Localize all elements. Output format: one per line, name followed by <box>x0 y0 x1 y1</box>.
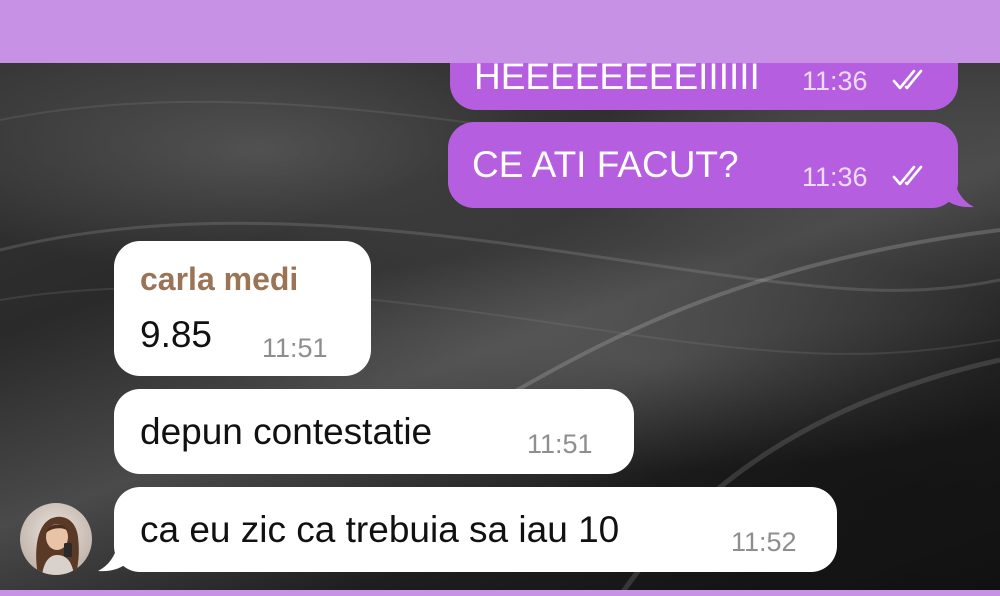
message-text: 9.85 <box>140 314 213 355</box>
chat-header <box>0 0 1000 63</box>
message-time: 11:36 <box>802 162 868 192</box>
double-check-icon <box>892 69 923 90</box>
avatar[interactable] <box>20 503 92 575</box>
message-text: CE ATI FACUT? <box>472 144 739 185</box>
input-bar-edge <box>0 590 1000 596</box>
sender-name[interactable]: carla medi <box>140 263 298 295</box>
double-check-icon <box>892 165 923 186</box>
message-time: 11:51 <box>527 429 593 459</box>
message-bubble-incoming[interactable]: ca eu zic ca trebuia sa iau 10 11:52 <box>114 487 837 572</box>
message-bubble-incoming[interactable]: depun contestatie 11:51 <box>114 389 634 474</box>
message-text: depun contestatie <box>140 411 433 452</box>
message-bubble-outgoing[interactable]: CE ATI FACUT? 11:36 <box>448 122 958 208</box>
message-bubble-incoming[interactable]: carla medi 9.85 11:51 <box>114 241 371 376</box>
message-text: ca eu zic ca trebuia sa iau 10 <box>140 509 620 550</box>
message-time: 11:52 <box>731 527 797 557</box>
avatar-photo <box>20 503 92 575</box>
message-time: 11:51 <box>262 333 328 363</box>
message-time: 11:36 <box>802 66 868 96</box>
message-text: HEEEEEEEEIIIIII <box>474 56 760 97</box>
